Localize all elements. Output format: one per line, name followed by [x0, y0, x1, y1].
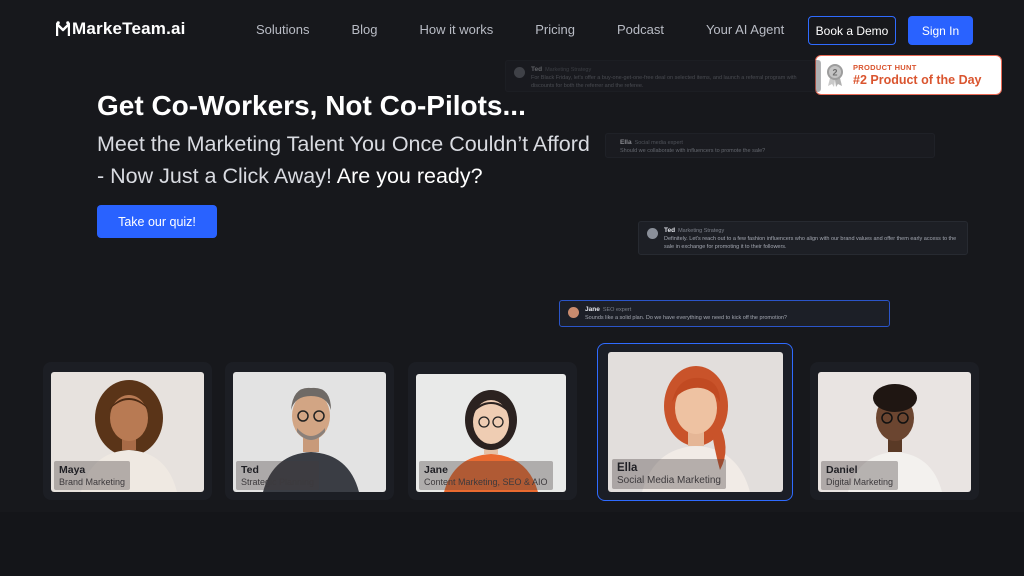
chat-role: SEO expert [602, 307, 632, 313]
logo-mark-icon [56, 21, 70, 36]
take-quiz-button[interactable]: Take our quiz! [97, 205, 217, 238]
card-name: Ella [617, 462, 638, 474]
sign-in-button[interactable]: Sign In [908, 16, 973, 45]
card-name: Jane [424, 464, 448, 476]
product-hunt-badge[interactable]: 2 PRODUCT HUNT #2 Product of the Day [815, 55, 1002, 95]
nav-solutions[interactable]: Solutions [256, 22, 309, 37]
card-label: Jane Content Marketing, SEO & AIO [419, 461, 553, 490]
team-card-daniel[interactable]: Daniel Digital Marketing [818, 372, 971, 492]
logo-text: MarkeTeam.ai [72, 19, 186, 38]
card-label: Ella Social Media Marketing [612, 459, 726, 489]
hero-subtitle-strong: Are you ready? [336, 164, 483, 188]
chat-author: Ted [531, 66, 543, 73]
medal-icon: 2 [827, 64, 843, 87]
landing-page: MarkeTeam.ai Solutions Blog How it works… [0, 0, 1024, 576]
chat-text: For Black Friday, let's offer a buy-one-… [531, 75, 797, 89]
team-card-maya[interactable]: Maya Brand Marketing [51, 372, 204, 492]
chat-message: Ted Marketing Strategy For Black Friday, … [505, 60, 821, 92]
avatar [647, 228, 658, 239]
book-demo-button[interactable]: Book a Demo [808, 16, 896, 45]
chat-message: Jane SEO expert Sounds like a solid plan.… [559, 300, 890, 327]
chat-text: Definitely. Let's reach out to a few fas… [664, 236, 957, 250]
card-name: Daniel [826, 464, 858, 476]
card-role: Digital Marketing [826, 477, 894, 487]
nav-pricing[interactable]: Pricing [535, 22, 575, 37]
hero-subtitle-line1: Meet the Marketing Talent You Once Could… [97, 132, 590, 156]
hero-subtitle-line2: - Now Just a Click Away! [97, 164, 332, 188]
product-hunt-title: #2 Product of the Day [853, 73, 982, 87]
card-role: Content Marketing, SEO & AIO [424, 477, 548, 487]
chat-author: Jane [585, 306, 600, 313]
chat-text: Sounds like a solid plan. Do we have eve… [585, 315, 787, 321]
hero-title: Get Co-Workers, Not Co-Pilots... [97, 90, 526, 121]
card-role: Social Media Marketing [617, 475, 721, 486]
chat-author: Ted [664, 227, 676, 234]
chat-role: Marketing Strategy [545, 67, 592, 73]
team-card-jane[interactable]: Jane Content Marketing, SEO & AIO [416, 374, 566, 492]
avatar [514, 67, 525, 78]
nav-how-it-works[interactable]: How it works [420, 22, 494, 37]
card-name: Ted [241, 464, 259, 476]
nav-blog[interactable]: Blog [351, 22, 377, 37]
chat-message: Ted Marketing Strategy Definitely. Let's … [638, 221, 968, 255]
team-card-ella[interactable]: Ella Social Media Marketing [608, 352, 783, 492]
card-label: Ted Strategic Planning [236, 461, 320, 490]
hero-subtitle: Meet the Marketing Talent You Once Could… [97, 128, 657, 192]
logo[interactable]: MarkeTeam.ai [56, 19, 186, 39]
chat-role: Marketing Strategy [678, 228, 725, 234]
card-role: Strategic Planning [241, 477, 315, 487]
section-divider [0, 512, 1024, 576]
card-role: Brand Marketing [59, 477, 126, 487]
medal-rank: 2 [832, 68, 837, 78]
card-label: Daniel Digital Marketing [821, 461, 899, 490]
avatar [568, 307, 579, 318]
card-name: Maya [59, 464, 86, 476]
product-hunt-label: PRODUCT HUNT [853, 63, 917, 72]
product-hunt-text: PRODUCT HUNT #2 Product of the Day [853, 63, 982, 87]
team-card-ted[interactable]: Ted Strategic Planning [233, 372, 386, 492]
main-nav: Solutions Blog How it works Pricing Podc… [256, 22, 826, 37]
card-label: Maya Brand Marketing [54, 461, 131, 490]
nav-podcast[interactable]: Podcast [617, 22, 664, 37]
nav-your-ai-agent[interactable]: Your AI Agent [706, 22, 784, 37]
